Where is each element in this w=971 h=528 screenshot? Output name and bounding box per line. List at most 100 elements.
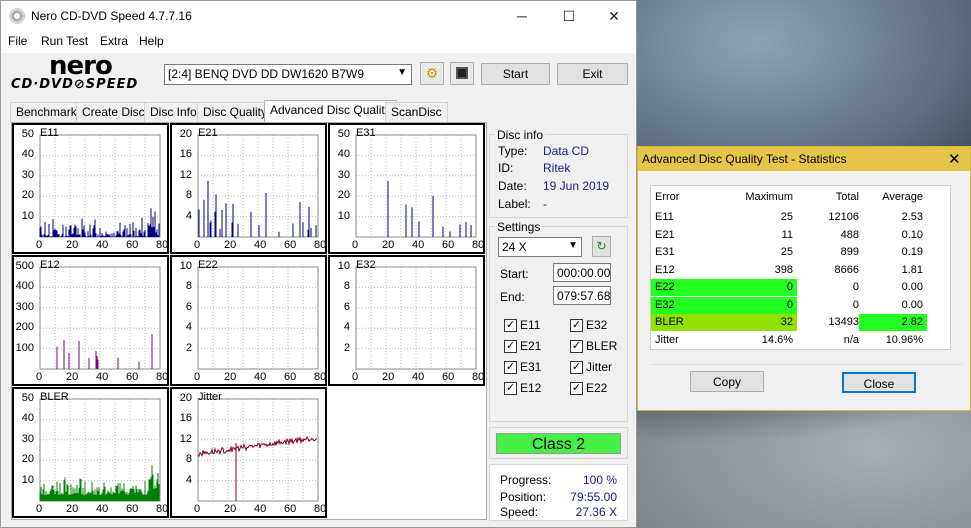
y-tick-label: 8	[185, 280, 192, 293]
class-indicator: Class 2	[496, 433, 621, 454]
table-cell: 11	[781, 228, 793, 241]
chart-title: E32	[356, 259, 376, 271]
close-button[interactable]: Close	[842, 372, 916, 393]
dialog-title: Advanced Disc Quality Test - Statistics	[642, 152, 847, 166]
speed-value: 27.36 X	[575, 505, 617, 519]
x-tick-label: 0	[194, 239, 201, 251]
y-tick-label: 6	[185, 300, 192, 313]
table-cell: 2.82	[859, 314, 927, 331]
table-cell: 899	[840, 246, 859, 258]
table-cell: 10.96%	[885, 333, 923, 346]
table-cell: 0	[852, 298, 859, 311]
maximize-button[interactable]: ☐	[547, 1, 591, 31]
table-cell: 398	[774, 263, 793, 276]
type-label: Type:	[498, 144, 528, 158]
column-header: Maximum	[745, 191, 793, 203]
disc-icon: ⚙	[425, 65, 439, 81]
statistics-dialog: Advanced Disc Quality Test - Statistics …	[637, 146, 971, 411]
x-tick-label: 20	[382, 371, 395, 383]
checkmark-icon: ✓	[504, 382, 517, 395]
x-tick-label: 0	[36, 239, 43, 251]
disc-info-icon-button[interactable]: ⚙	[420, 62, 444, 85]
drive-select-value: [2:4] BENQ DVD DD DW1620 B7W9	[168, 67, 365, 81]
x-tick-label: 40	[96, 239, 109, 251]
y-tick-label: 30	[21, 432, 34, 445]
menu-help[interactable]: Help	[139, 34, 164, 48]
table-cell: E22	[651, 279, 735, 296]
nero-logo: nero CD·DVD⊘SPEED	[9, 51, 159, 95]
checkbox-label: E21	[520, 339, 542, 353]
table-cell: E12	[655, 263, 675, 276]
x-tick-label: 60	[126, 371, 139, 383]
close-icon[interactable]: ✕	[948, 150, 961, 168]
table-cell: 0	[852, 281, 859, 293]
window-title: Nero CD-DVD Speed 4.7.7.16	[31, 9, 192, 23]
save-icon-button[interactable]	[450, 62, 474, 85]
chart-title: Jitter	[198, 391, 222, 403]
speed-label: Speed:	[500, 505, 539, 519]
exit-button[interactable]: Exit	[557, 63, 628, 85]
y-tick-label: 12	[179, 168, 192, 181]
y-tick-label: 50	[21, 392, 34, 404]
x-tick-label: 0	[194, 503, 201, 515]
tab-create-disc[interactable]: Create Disc	[76, 102, 151, 122]
checkbox-label: BLER	[586, 339, 618, 353]
x-tick-label: 0	[36, 371, 43, 383]
checkmark-icon: ✓	[570, 319, 583, 332]
x-tick-label: 20	[382, 239, 395, 251]
table-cell: 0.00	[901, 298, 923, 311]
x-tick-label: 40	[254, 239, 267, 251]
y-tick-label: 10	[179, 260, 192, 272]
y-tick-label: 10	[21, 473, 34, 486]
close-window-button[interactable]: ✕	[592, 1, 636, 31]
table-cell: 13493	[828, 316, 859, 328]
table-cell: 1.81	[901, 263, 923, 276]
copy-button[interactable]: Copy	[690, 371, 764, 392]
id-label: ID:	[498, 161, 514, 175]
checkbox-label: E31	[520, 360, 542, 374]
y-tick-label: 8	[185, 453, 192, 466]
menu-run-test[interactable]: Run Test	[41, 34, 88, 48]
drive-select[interactable]: [2:4] BENQ DVD DD DW1620 B7W9 ▼	[164, 64, 412, 85]
id-value: Ritek	[543, 161, 571, 175]
app-icon	[9, 8, 25, 24]
x-tick-label: 0	[352, 239, 359, 251]
x-tick-label: 40	[254, 371, 267, 383]
x-tick-label: 20	[66, 239, 79, 251]
y-tick-label: 4	[185, 209, 192, 222]
label-label: Label:	[498, 197, 531, 211]
x-tick-label: 20	[224, 503, 237, 515]
minimize-button[interactable]: ─	[500, 1, 544, 31]
y-tick-label: 40	[21, 148, 34, 161]
dialog-title-bar: Advanced Disc Quality Test - Statistics …	[638, 147, 970, 171]
x-tick-label: 0	[352, 371, 359, 383]
chart-title: E22	[198, 259, 218, 271]
table-cell: 2.53	[901, 211, 923, 223]
x-tick-label: 40	[96, 503, 109, 515]
table-cell: 488	[840, 228, 859, 241]
start-button[interactable]: Start	[481, 63, 550, 85]
checkmark-icon: ✓	[504, 361, 517, 374]
checkbox-label: E22	[586, 381, 608, 395]
tab-benchmark[interactable]: Benchmark	[10, 102, 83, 122]
table-cell: 0	[729, 296, 797, 314]
tab-scandisc[interactable]: ScanDisc	[385, 102, 448, 122]
x-tick-label: 0	[194, 371, 201, 383]
tab-disc-info[interactable]: Disc Info	[144, 102, 203, 122]
chart-bler: BLER 50 40 30 20 10 0 20 40 60 80	[12, 387, 169, 518]
table-cell: E32	[651, 296, 735, 314]
position-label: Position:	[500, 490, 547, 504]
menu-extra[interactable]: Extra	[100, 34, 128, 48]
x-tick-label: 80	[472, 371, 485, 383]
y-tick-label: 40	[337, 148, 350, 161]
x-tick-label: 60	[284, 503, 297, 515]
tab-advanced-disc-quality[interactable]: Advanced Disc Quality	[264, 100, 397, 122]
tab-disc-quality[interactable]: Disc Quality	[197, 102, 274, 122]
y-tick-label: 8	[185, 189, 192, 202]
x-tick-label: 80	[156, 503, 169, 515]
main-window: Nero CD-DVD Speed 4.7.7.16 ─ ☐ ✕ File Ru…	[0, 0, 637, 528]
chart-title: E12	[40, 259, 60, 271]
y-tick-label: 30	[337, 168, 350, 181]
menu-file[interactable]: File	[8, 34, 27, 48]
x-tick-label: 40	[96, 371, 109, 383]
